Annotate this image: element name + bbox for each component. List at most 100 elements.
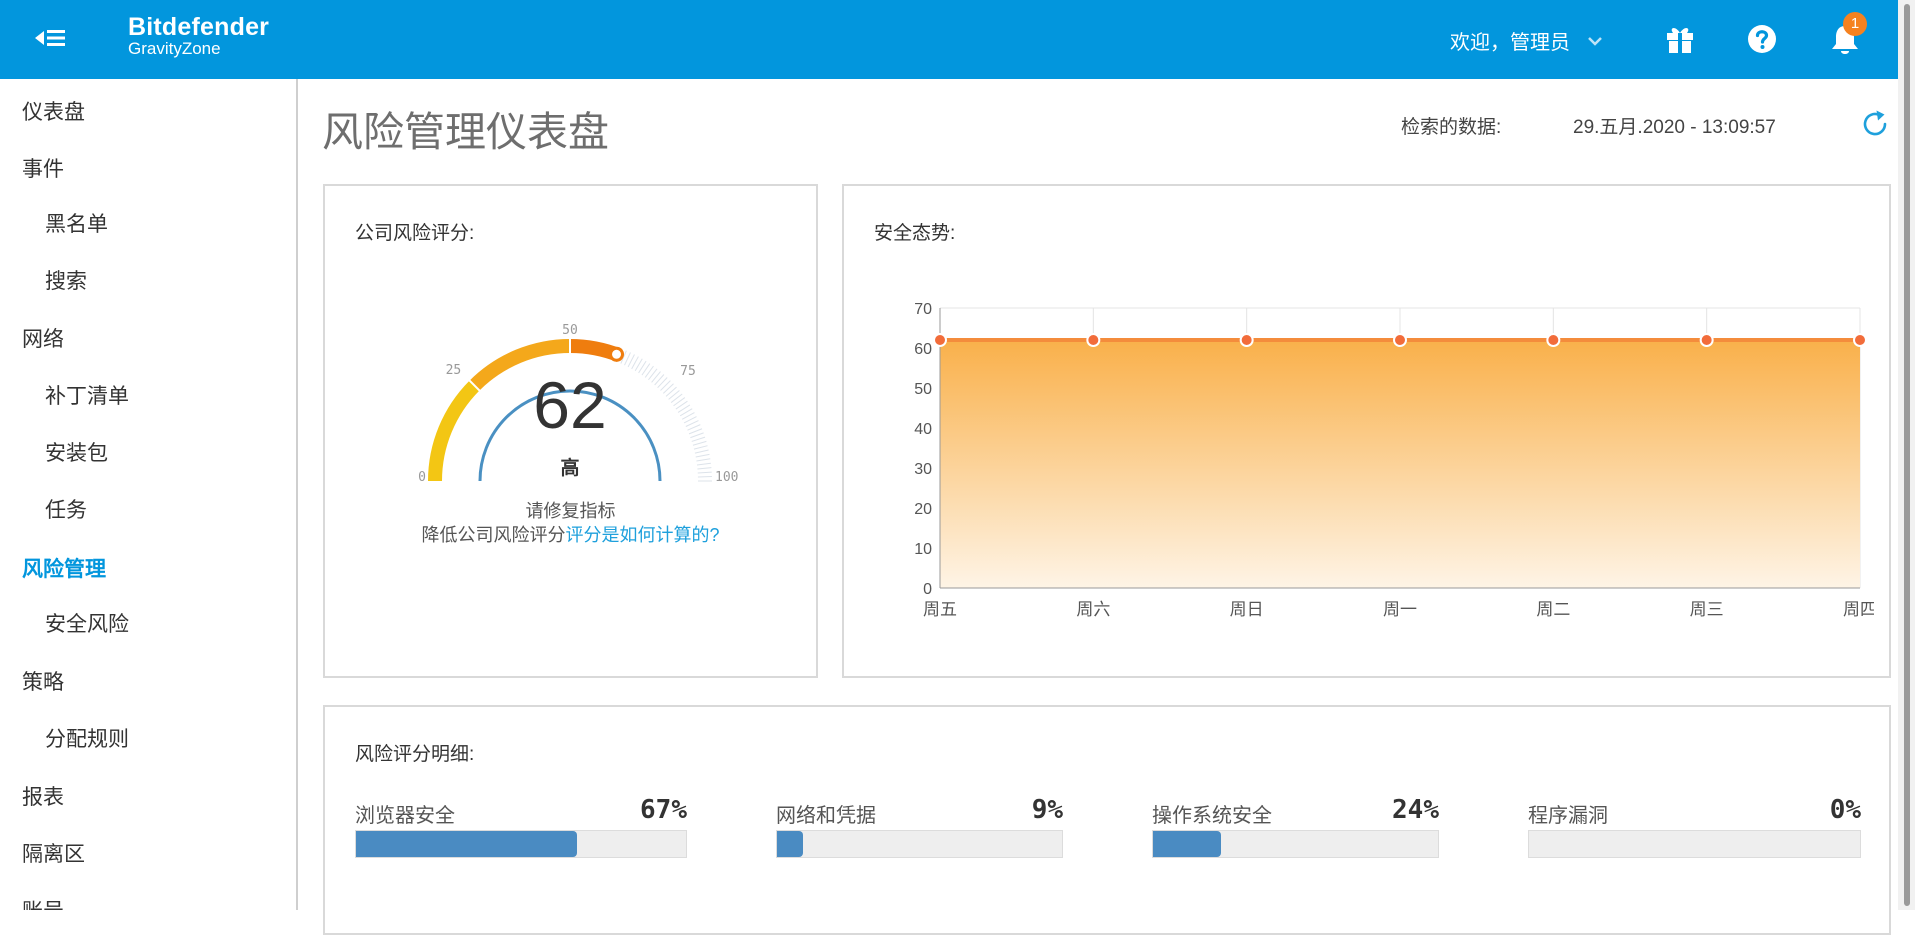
security-posture-chart: 010203040506070 周五周六周日周一周二周三周四 [864, 266, 1874, 646]
breakdown-label: 操作系统安全 [1152, 799, 1272, 828]
sidebar-item-assignment-rules[interactable]: 分配规则 [45, 723, 129, 753]
gauge-hatch-track [621, 351, 712, 481]
chart-y-tick-labels: 010203040506070 [914, 301, 932, 598]
sidebar-item-risk-management[interactable]: 风险管理 [22, 553, 106, 583]
sidebar-item-reports[interactable]: 报表 [22, 781, 64, 811]
sidebar-item-quarantine[interactable]: 隔离区 [22, 838, 85, 868]
help-icon[interactable] [1745, 22, 1779, 56]
sidebar-item-tasks[interactable]: 任务 [45, 494, 87, 524]
welcome-text: 欢迎，管理员 [1450, 26, 1570, 55]
brand-logo[interactable]: Bitdefender GravityZone [128, 12, 269, 58]
risk-score-breakdown-panel: 风险评分明细: 浏览器安全 67% 网络和凭据 9% 操作系统安全 24% 程序… [323, 705, 1891, 935]
y-tick-label: 40 [914, 421, 932, 438]
risk-score-gauge: 0 25 50 75 100 62 高 [370, 276, 770, 491]
gauge-hatch-tick [695, 450, 709, 453]
gauge-hatch-tick [697, 468, 711, 469]
gauge-hatch-tick [692, 437, 705, 441]
x-tick-label: 周三 [1690, 600, 1724, 620]
gauge-tick-50: 50 [562, 323, 578, 338]
gauge-tick-25: 25 [446, 363, 462, 378]
sidebar-item-network[interactable]: 网络 [22, 323, 64, 353]
x-tick-label: 周日 [1230, 600, 1264, 620]
top-header: Bitdefender GravityZone 欢迎，管理员 1 [0, 0, 1915, 79]
sidebar-item-packages[interactable]: 安装包 [45, 437, 108, 467]
collapse-menu-icon[interactable] [33, 23, 69, 53]
gauge-hatch-tick [663, 384, 673, 394]
chart-area-layer [940, 340, 1860, 588]
refresh-icon[interactable] [1859, 108, 1891, 140]
gauge-hatch-tick [661, 381, 671, 391]
breakdown-progress-track [355, 830, 687, 858]
security-posture-panel: 安全态势: 010203040506070 周五周六周日周一周二周三周四 [842, 184, 1891, 678]
user-menu[interactable]: 欢迎，管理员 [1450, 26, 1606, 55]
gauge-hatch-tick [652, 372, 661, 383]
score-hint-line: 降低公司风险评分评分是如何计算的? [325, 521, 816, 547]
y-tick-label: 30 [914, 461, 932, 478]
breakdown-title: 风险评分明细: [355, 739, 474, 766]
data-point [934, 334, 946, 346]
y-tick-label: 10 [914, 541, 932, 558]
gauge-hatch-tick [666, 387, 677, 396]
security-posture-title: 安全态势: [874, 218, 955, 245]
gauge-tick-75: 75 [680, 364, 696, 379]
how-score-calculated-link[interactable]: 评分是如何计算的? [565, 525, 719, 545]
risk-score-title: 公司风险评分: [355, 218, 474, 245]
brand-name: Bitdefender [128, 12, 269, 42]
chevron-down-icon [1584, 30, 1606, 52]
x-tick-label: 周四 [1843, 600, 1874, 620]
gift-icon[interactable] [1663, 22, 1697, 56]
data-point [1547, 334, 1559, 346]
sidebar-item-policies[interactable]: 策略 [22, 666, 64, 696]
gauge-hatch-tick [696, 454, 710, 457]
breakdown-percent: 0% [1830, 795, 1861, 825]
retrieved-data-label: 检索的数据: [1401, 112, 1501, 139]
breakdown-progress-track [1528, 830, 1861, 858]
gauge-hatch-tick [655, 374, 664, 385]
y-tick-label: 70 [914, 301, 932, 318]
sidebar-item-blacklist[interactable]: 黑名单 [45, 208, 108, 238]
retrieved-data-timestamp: 29.五月.2020 - 13:09:57 [1573, 112, 1776, 139]
gauge-value-marker [611, 348, 623, 360]
data-point [1854, 334, 1866, 346]
y-tick-label: 50 [914, 381, 932, 398]
breakdown-percent: 67% [640, 795, 687, 825]
sidebar-item-security-risks[interactable]: 安全风险 [45, 608, 129, 638]
breakdown-percent: 24% [1392, 795, 1439, 825]
data-point [1241, 334, 1253, 346]
y-tick-label: 0 [923, 581, 932, 598]
sidebar-item-events[interactable]: 事件 [22, 153, 64, 183]
sidebar-item-patch-inventory[interactable]: 补丁清单 [45, 380, 129, 410]
x-tick-label: 周二 [1536, 600, 1570, 620]
gauge-hatch-tick [690, 433, 703, 438]
breakdown-progress-track [776, 830, 1063, 858]
breakdown-progress-track [1152, 830, 1439, 858]
score-hint-text: 请修复指标 [325, 497, 816, 523]
sidebar-item-dashboard[interactable]: 仪表盘 [22, 96, 85, 126]
brand-product: GravityZone [128, 40, 269, 58]
gauge-hatch-tick [689, 429, 702, 434]
gauge-hatch-tick [697, 463, 711, 465]
breakdown-label: 程序漏洞 [1528, 799, 1608, 828]
gauge-hatch-tick [687, 425, 700, 431]
score-hint-prefix: 降低公司风险评分 [421, 525, 565, 545]
x-tick-label: 周六 [1076, 600, 1110, 620]
breakdown-percent: 9% [1032, 795, 1063, 825]
scrollbar-thumb[interactable] [1904, 4, 1910, 906]
sidebar-item-accounts[interactable]: 账号 [22, 895, 64, 910]
gauge-tick-0: 0 [418, 470, 426, 485]
company-risk-score-panel: 公司风险评分: 0 25 50 75 100 62 高 请修复指标 降低公司风险… [323, 184, 818, 678]
y-tick-label: 60 [914, 341, 932, 358]
breakdown-label: 浏览器安全 [355, 799, 455, 828]
series-area [940, 340, 1860, 588]
page-title: 风险管理仪表盘 [322, 98, 609, 158]
breakdown-label: 网络和凭据 [776, 799, 876, 828]
gauge-hatch-tick [693, 441, 706, 445]
breakdown-progress-fill [1153, 831, 1221, 857]
gauge-hatch-tick [698, 472, 712, 473]
sidebar-item-search[interactable]: 搜索 [45, 265, 87, 295]
x-tick-label: 周五 [923, 600, 957, 620]
gauge-tick-100: 100 [715, 470, 738, 485]
gauge-arc-low [435, 386, 475, 481]
gauge-hatch-tick [658, 377, 668, 387]
notification-badge[interactable]: 1 [1843, 12, 1867, 36]
